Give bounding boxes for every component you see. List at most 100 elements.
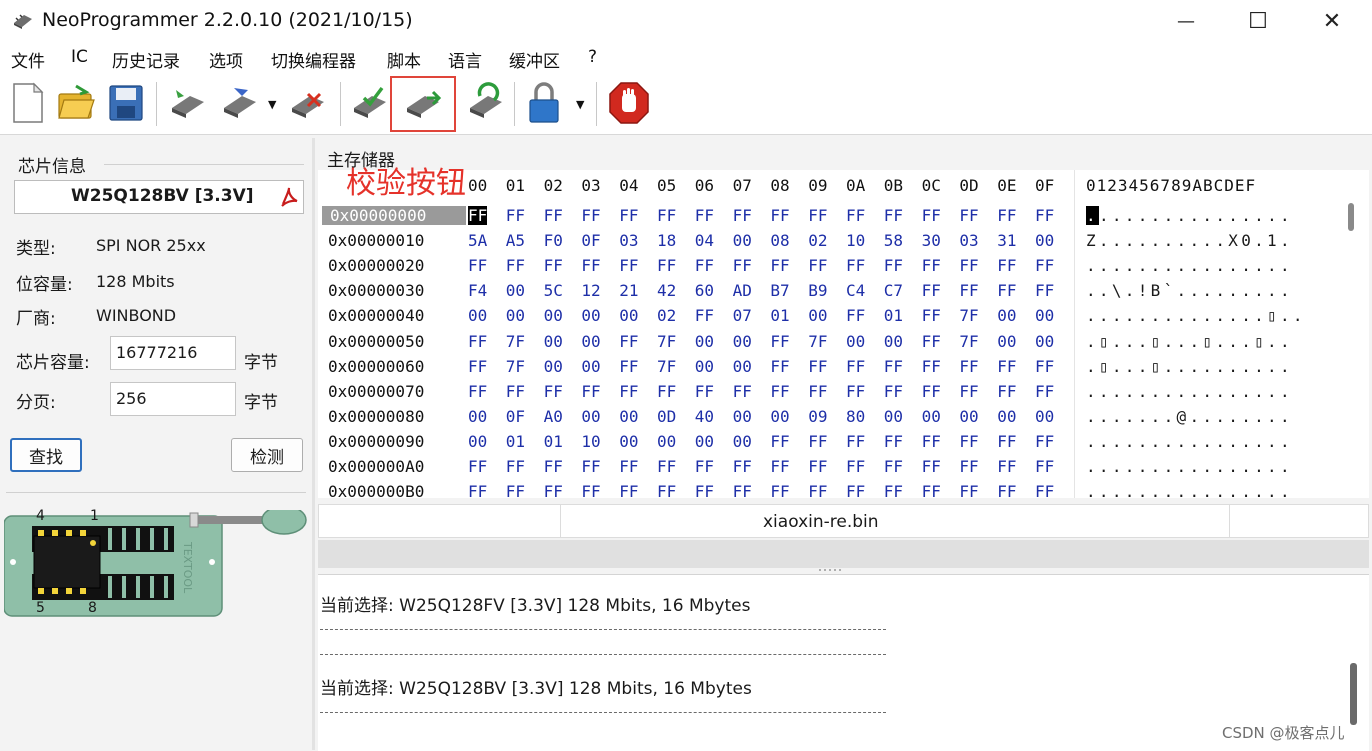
hex-byte[interactable]: 7F	[959, 306, 978, 325]
hex-byte[interactable]: FF	[808, 206, 827, 225]
hex-byte[interactable]: 01	[770, 306, 789, 325]
hex-byte[interactable]: FF	[959, 206, 978, 225]
hex-row[interactable]: 0x00000000 FF FF FF FF FF FF FF FF FF FF FF FF FF FF FF…	[318, 204, 1369, 229]
hex-byte[interactable]: FF	[695, 382, 714, 401]
hex-byte[interactable]: FF	[468, 357, 487, 376]
detect-button[interactable]: 检测	[231, 438, 303, 472]
hex-byte[interactable]: C4	[846, 281, 865, 300]
hex-byte[interactable]: FF	[657, 457, 676, 476]
hex-row[interactable]: 0x00000040 00 00 00 00 00 02 FF 07 01 00 FF 01 FF 7F 00…	[318, 304, 1369, 329]
save-disk-icon[interactable]	[106, 80, 146, 126]
hex-byte[interactable]: 00	[581, 306, 600, 325]
hex-byte[interactable]: FF	[657, 482, 676, 498]
splitter-grip-icon[interactable]	[818, 568, 842, 572]
hex-byte[interactable]: 01	[884, 306, 903, 325]
hex-byte[interactable]: FF	[468, 382, 487, 401]
hex-byte[interactable]: 00	[733, 357, 752, 376]
hex-byte[interactable]: FF	[770, 332, 789, 351]
hex-byte[interactable]: FF	[884, 432, 903, 451]
hex-byte[interactable]: FF	[1035, 256, 1054, 275]
hex-row[interactable]: 0x00000070 FF FF FF FF FF FF FF FF FF FF FF FF FF FF FF…	[318, 380, 1369, 405]
hex-byte[interactable]: FF	[619, 457, 638, 476]
hex-byte[interactable]: FF	[846, 382, 865, 401]
hex-byte[interactable]: FF	[770, 482, 789, 498]
hex-byte[interactable]: FF	[997, 256, 1016, 275]
hex-byte[interactable]: FF	[619, 382, 638, 401]
hex-byte[interactable]: FF	[1035, 382, 1054, 401]
hex-byte[interactable]: 00	[770, 407, 789, 426]
hex-byte[interactable]: FF	[997, 382, 1016, 401]
write-chip-icon[interactable]	[220, 80, 260, 126]
hex-byte[interactable]: 00	[884, 407, 903, 426]
hex-byte[interactable]: FF	[695, 256, 714, 275]
hex-row[interactable]: 0x00000080 00 0F A0 00 00 0D 40 00 00 09 80 00 00 00 00…	[318, 405, 1369, 430]
hex-byte[interactable]: FF	[770, 357, 789, 376]
hex-byte[interactable]: FF	[468, 482, 487, 498]
hex-byte[interactable]: FF	[846, 482, 865, 498]
hex-byte[interactable]: FF	[657, 206, 676, 225]
hex-byte[interactable]: FF	[619, 332, 638, 351]
hex-byte[interactable]: 03	[619, 231, 638, 250]
pdf-datasheet-icon[interactable]	[278, 185, 300, 209]
hex-byte[interactable]: FF	[468, 256, 487, 275]
hex-byte[interactable]: FF	[770, 256, 789, 275]
menu-language[interactable]: 语言	[448, 47, 482, 72]
hex-byte[interactable]: F4	[468, 281, 487, 300]
hex-byte[interactable]: FF	[733, 382, 752, 401]
menu-help[interactable]: ?	[588, 47, 597, 67]
menu-switch-programmer[interactable]: 切换编程器	[271, 47, 356, 72]
hex-byte[interactable]: 00	[808, 306, 827, 325]
hex-byte[interactable]: FF	[468, 332, 487, 351]
hex-byte[interactable]: 00	[733, 432, 752, 451]
hex-byte[interactable]: 80	[846, 407, 865, 426]
hex-byte[interactable]: FF	[657, 382, 676, 401]
hex-byte[interactable]: FF	[846, 206, 865, 225]
hex-byte[interactable]: FF	[544, 256, 563, 275]
hex-byte[interactable]: FF	[884, 206, 903, 225]
hex-byte[interactable]: 00	[695, 332, 714, 351]
menu-history[interactable]: 历史记录	[112, 47, 180, 72]
hex-byte[interactable]: 00	[544, 357, 563, 376]
hex-byte[interactable]: FF	[997, 206, 1016, 225]
hex-byte[interactable]: FF	[959, 482, 978, 498]
menu-buffer[interactable]: 缓冲区	[509, 47, 560, 72]
hex-byte[interactable]: 08	[770, 231, 789, 250]
hex-row[interactable]: 0x000000B0 FF FF FF FF FF FF FF FF FF FF FF FF FF FF FF…	[318, 480, 1369, 498]
check-blank-icon[interactable]	[350, 80, 390, 126]
hex-byte[interactable]: FF	[808, 482, 827, 498]
hex-byte[interactable]: 01	[544, 432, 563, 451]
hex-byte[interactable]: 00	[695, 432, 714, 451]
hex-byte[interactable]: B9	[808, 281, 827, 300]
hex-byte[interactable]: 7F	[506, 357, 525, 376]
hex-byte[interactable]: B7	[770, 281, 789, 300]
hex-byte[interactable]: 00	[581, 407, 600, 426]
hex-byte[interactable]: 40	[695, 407, 714, 426]
hex-byte[interactable]: FF	[544, 206, 563, 225]
hex-byte[interactable]: A0	[544, 407, 563, 426]
hex-byte[interactable]: FF	[468, 457, 487, 476]
hex-row[interactable]: 0x000000A0 FF FF FF FF FF FF FF FF FF FF FF FF FF FF FF…	[318, 455, 1369, 480]
hex-byte[interactable]: 0F	[506, 407, 525, 426]
stop-icon[interactable]	[609, 80, 649, 126]
hex-byte[interactable]: FF	[1035, 457, 1054, 476]
hex-byte[interactable]: FF	[1035, 432, 1054, 451]
hex-byte[interactable]: 00	[619, 407, 638, 426]
hex-byte[interactable]: FF	[733, 256, 752, 275]
hex-byte[interactable]: 12	[581, 281, 600, 300]
hex-byte[interactable]: 00	[733, 407, 752, 426]
hex-byte[interactable]: 02	[808, 231, 827, 250]
size-field[interactable]: 16777216	[110, 336, 236, 370]
hex-byte[interactable]: 7F	[506, 332, 525, 351]
hex-byte[interactable]: FF	[657, 256, 676, 275]
hex-byte[interactable]: 04	[695, 231, 714, 250]
hex-byte[interactable]: FF	[959, 382, 978, 401]
hex-byte[interactable]: FF	[770, 206, 789, 225]
hex-byte[interactable]: 58	[884, 231, 903, 250]
hex-row[interactable]: 0x00000060 FF 7F 00 00 FF 7F 00 00 FF FF FF FF FF FF FF…	[318, 355, 1369, 380]
hex-byte[interactable]: FF	[922, 382, 941, 401]
hex-byte[interactable]: FF	[846, 457, 865, 476]
hex-byte[interactable]: 00	[468, 407, 487, 426]
hex-byte[interactable]: 7F	[657, 357, 676, 376]
hex-byte[interactable]: FF	[581, 457, 600, 476]
hex-byte[interactable]: FF	[506, 482, 525, 498]
